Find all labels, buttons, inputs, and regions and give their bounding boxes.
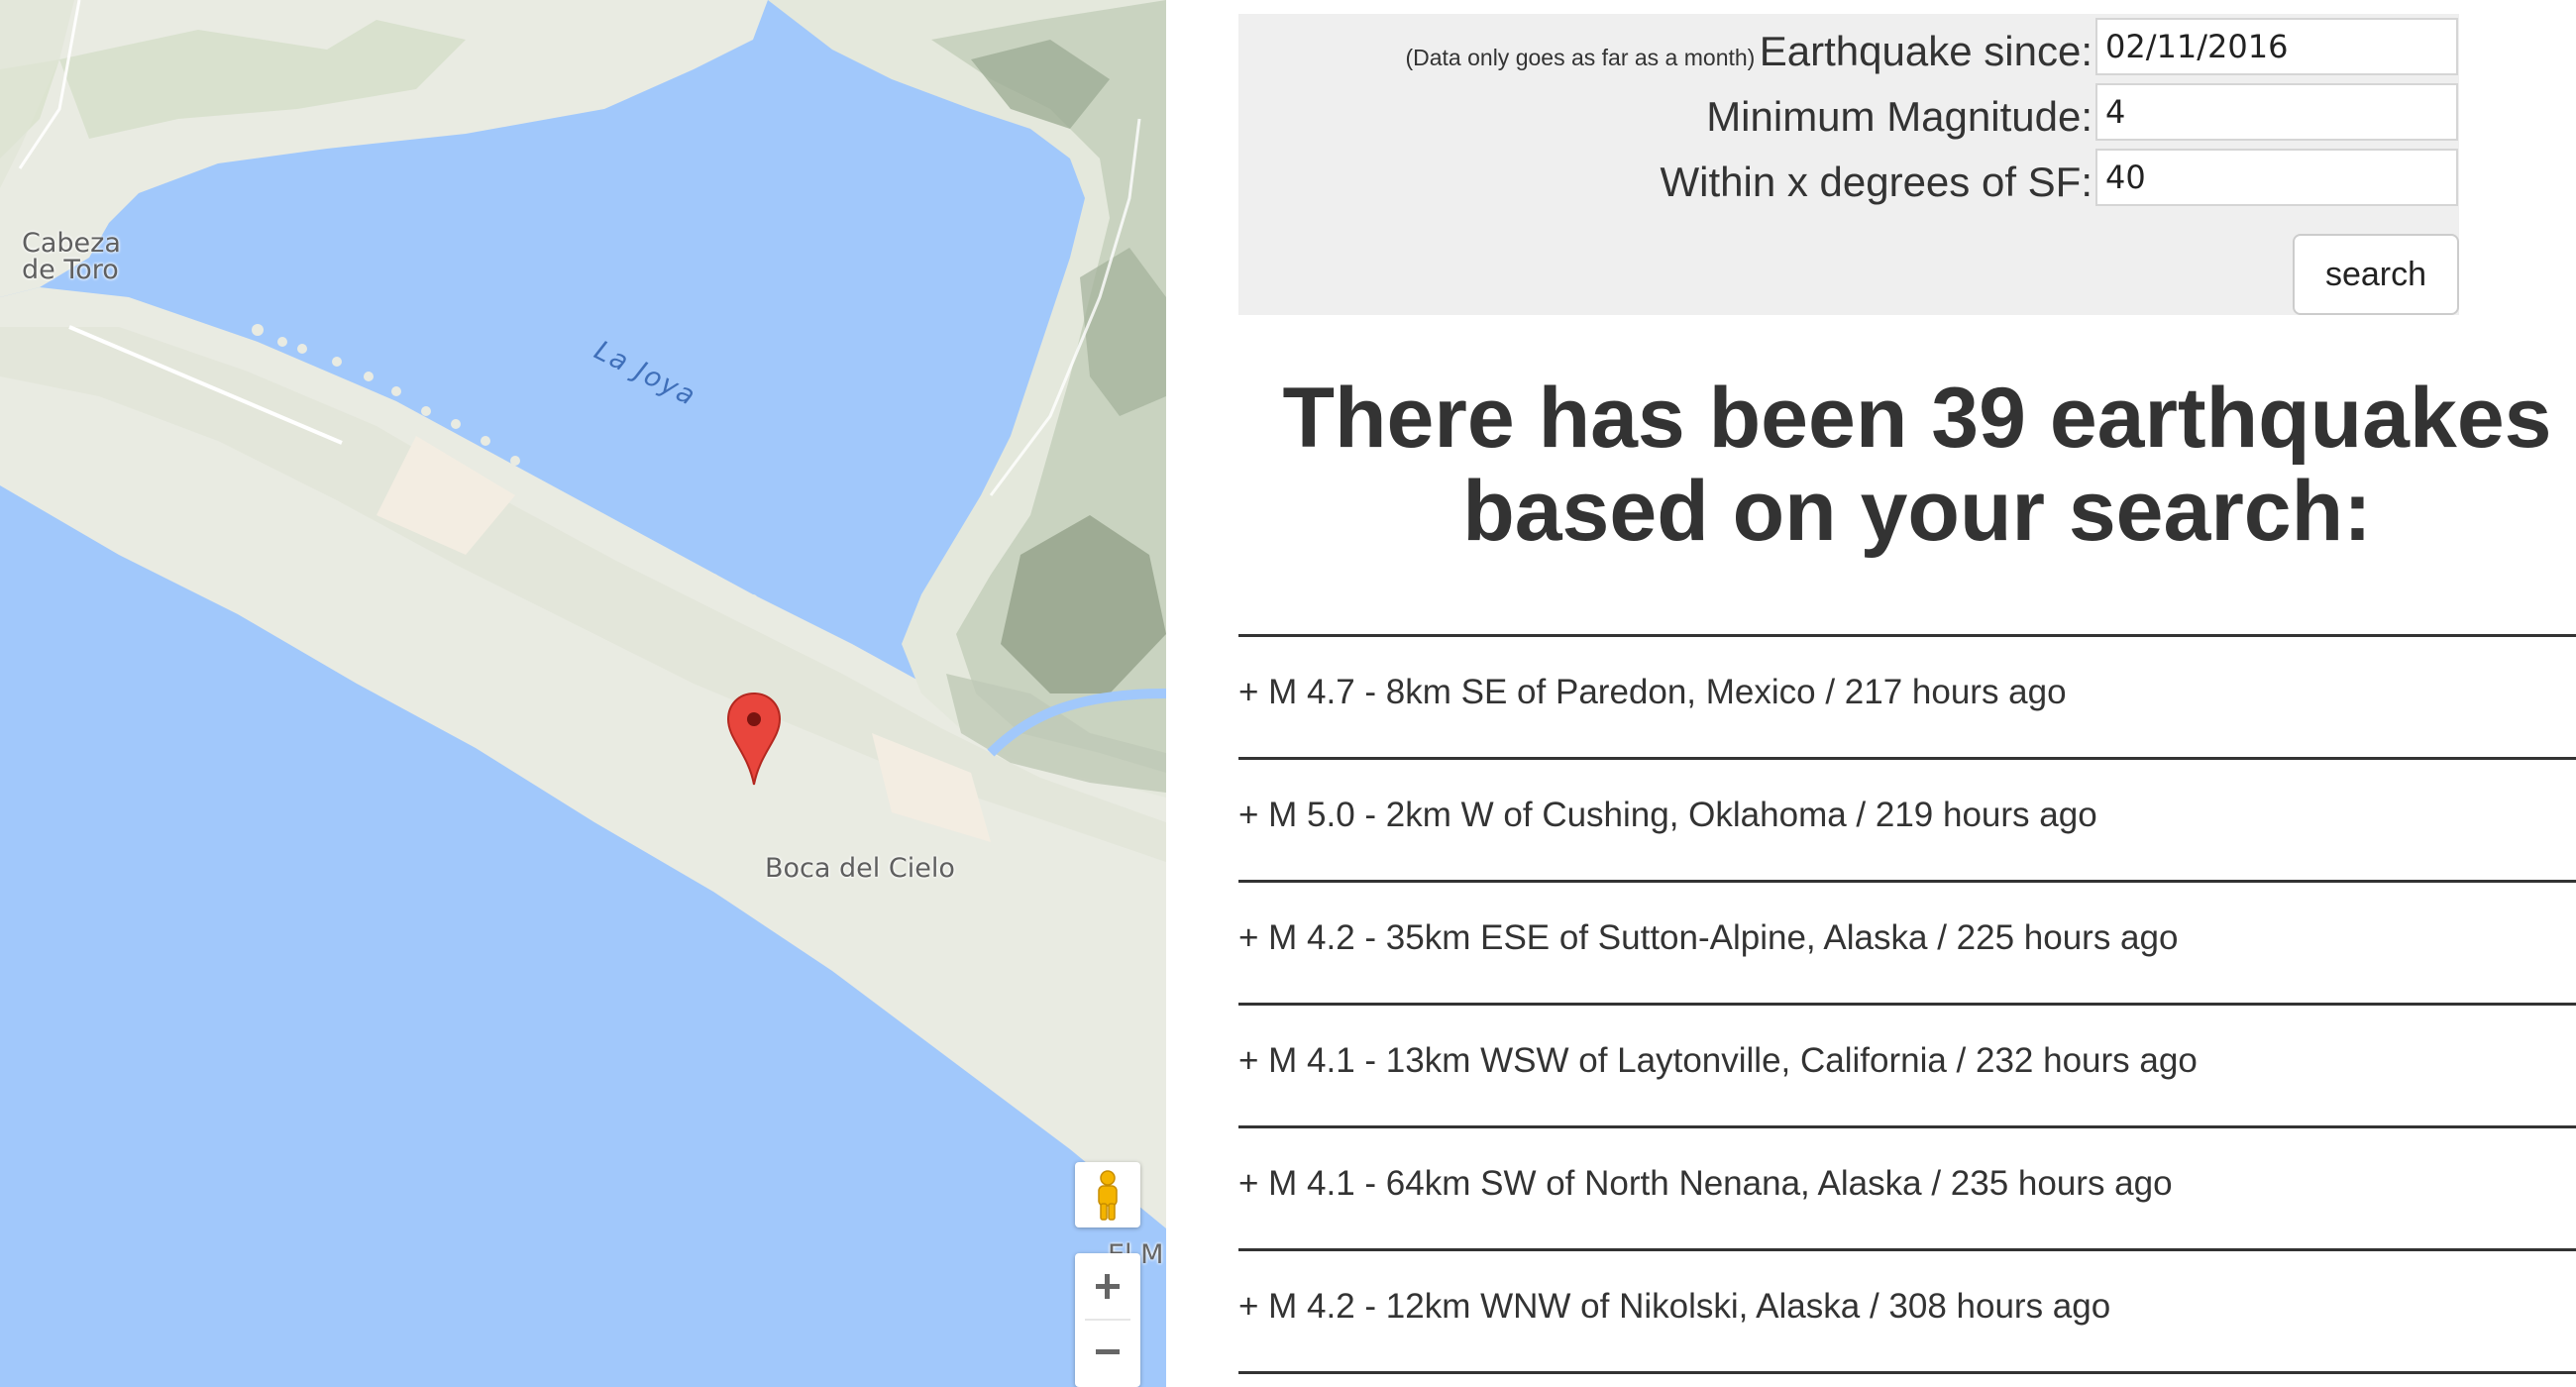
degrees-label: Within x degrees of SF:	[1660, 159, 2093, 205]
magnitude-label: Minimum Magnitude:	[1706, 93, 2093, 140]
results-heading-line-2: based on your search:	[1462, 464, 2372, 559]
map-view[interactable]: Cabeza de Toro La Joya Boca del Cielo El…	[0, 0, 1166, 1387]
list-item[interactable]: + M 4.1 - 13km WSW of Laytonville, Calif…	[1238, 1006, 2576, 1128]
degrees-input[interactable]	[2095, 149, 2458, 206]
map-marker-pin-icon[interactable]	[726, 692, 782, 787]
result-text: + M 4.2 - 12km WNW of Nikolski, Alaska /…	[1238, 1287, 2111, 1326]
result-text: + M 4.2 - 35km ESE of Sutton-Alpine, Ala…	[1238, 918, 2179, 957]
search-form: (Data only goes as far as a month) Earth…	[1238, 14, 2459, 315]
map-label-boca-del-cielo: Boca del Cielo	[765, 853, 955, 884]
minus-icon	[1096, 1349, 1120, 1354]
list-item[interactable]: + M 4.1 - 64km SW of North Nenana, Alask…	[1238, 1128, 2576, 1251]
search-button[interactable]: search	[2293, 234, 2459, 315]
since-row: (Data only goes as far as a month) Earth…	[1405, 28, 2093, 75]
pegman-icon	[1098, 1170, 1118, 1221]
since-label: Earthquake since:	[1759, 28, 2093, 74]
list-item[interactable]: + M 4.2 - 35km ESE of Sutton-Alpine, Ala…	[1238, 883, 2576, 1006]
plus-icon-vertical	[1105, 1274, 1110, 1299]
results-panel: (Data only goes as far as a month) Earth…	[1238, 0, 2576, 1387]
map-label-cabeza-de-toro: Cabeza de Toro	[22, 228, 121, 285]
result-text: + M 5.0 - 2km W of Cushing, Oklahoma / 2…	[1238, 796, 2097, 834]
zoom-out-button[interactable]	[1075, 1321, 1140, 1386]
since-date-input[interactable]	[2095, 18, 2458, 75]
app-root: Cabeza de Toro La Joya Boca del Cielo El…	[0, 0, 2576, 1387]
magnitude-input[interactable]	[2095, 83, 2458, 141]
street-view-pegman-button[interactable]	[1075, 1162, 1140, 1227]
list-item[interactable]: + M 4.7 - 8km SE of Paredon, Mexico / 21…	[1238, 637, 2576, 760]
results-heading-line-1: There has been 39 earthquakes	[1282, 371, 2552, 466]
zoom-control	[1075, 1253, 1140, 1387]
list-item[interactable]: + M 4.2 - 12km WNW of Nikolski, Alaska /…	[1238, 1251, 2576, 1374]
result-text: + M 4.7 - 8km SE of Paredon, Mexico / 21…	[1238, 673, 2067, 711]
magnitude-row: Minimum Magnitude:	[1706, 93, 2093, 141]
results-heading: There has been 39 earthquakes based on y…	[1238, 372, 2576, 558]
list-item[interactable]: + M 5.0 - 2km W of Cushing, Oklahoma / 2…	[1238, 760, 2576, 883]
results-list: + M 4.7 - 8km SE of Paredon, Mexico / 21…	[1238, 634, 2576, 1374]
degrees-row: Within x degrees of SF:	[1660, 159, 2093, 206]
zoom-in-button[interactable]	[1075, 1253, 1140, 1319]
map-tiles[interactable]	[0, 0, 1166, 1387]
result-text: + M 4.1 - 64km SW of North Nenana, Alask…	[1238, 1164, 2173, 1203]
result-text: + M 4.1 - 13km WSW of Laytonville, Calif…	[1238, 1041, 2198, 1080]
since-note: (Data only goes as far as a month)	[1405, 45, 1756, 70]
